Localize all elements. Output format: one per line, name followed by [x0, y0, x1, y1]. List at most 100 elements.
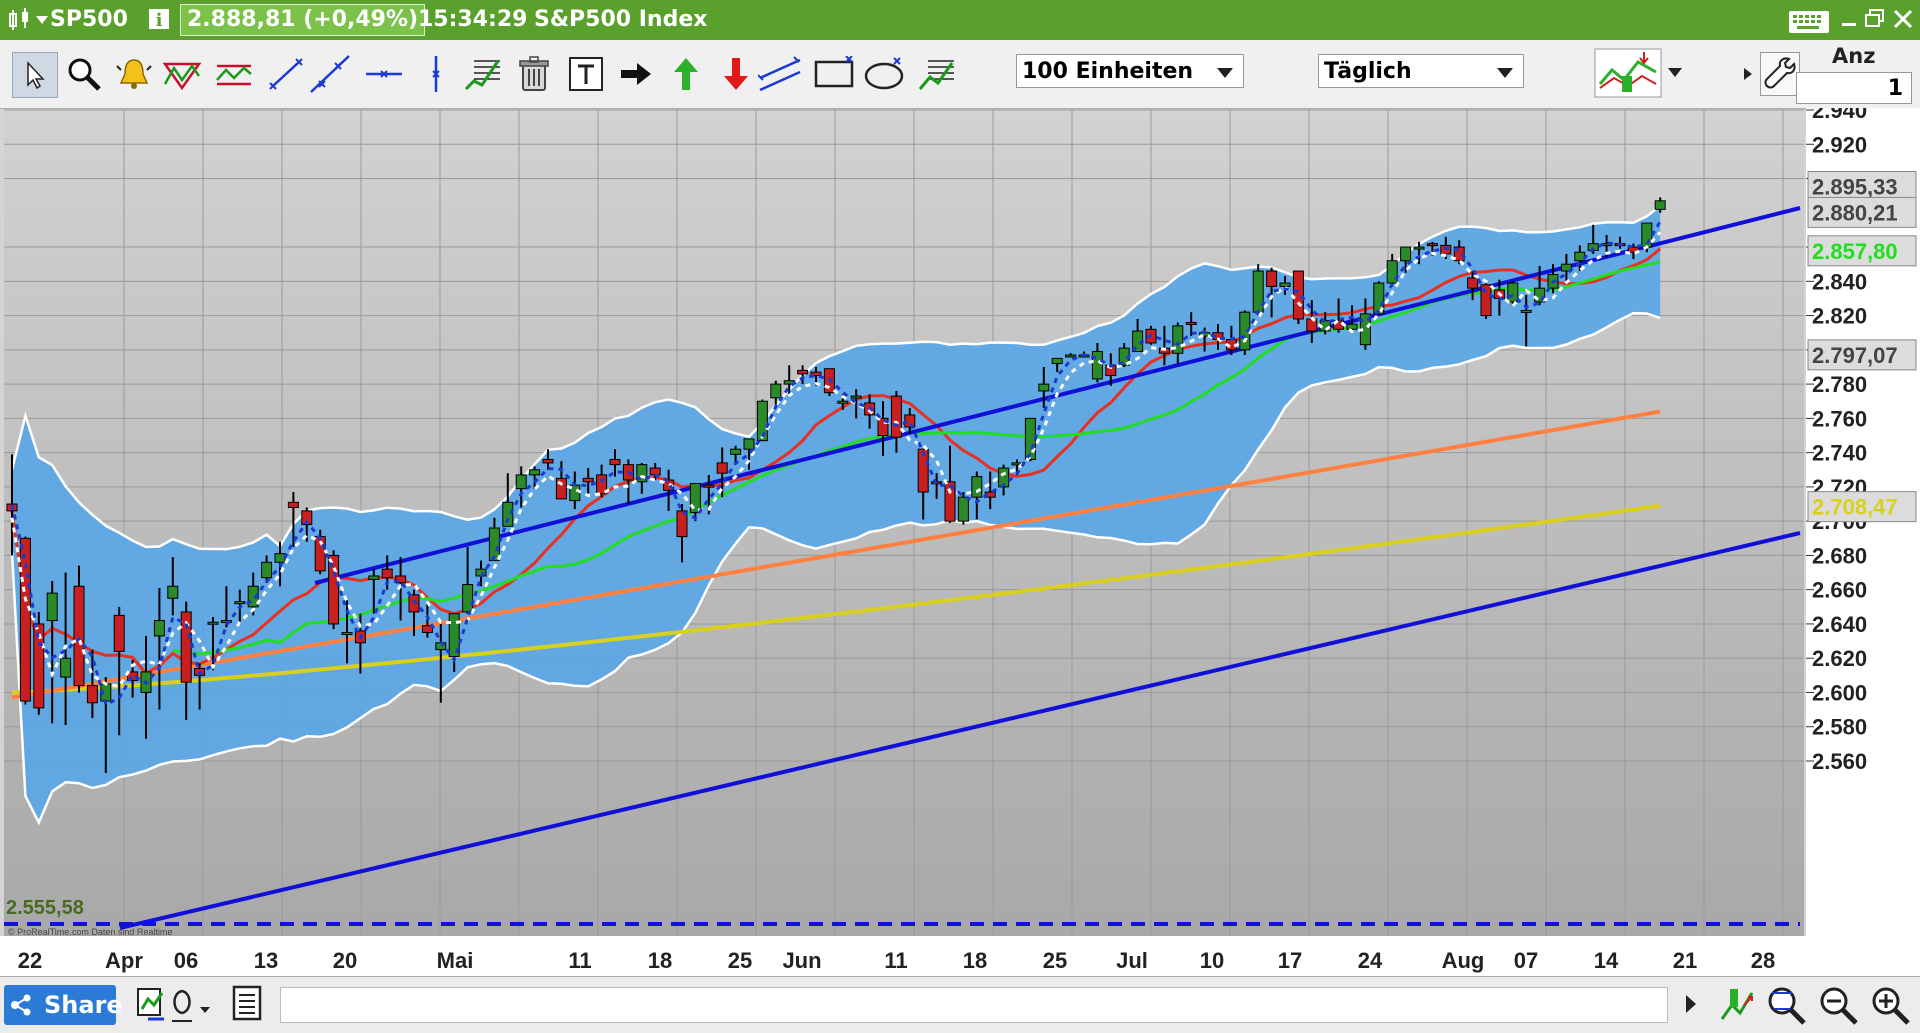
- channel-pattern-tool[interactable]: [212, 52, 256, 96]
- symbol-label[interactable]: SP500: [50, 7, 128, 32]
- candle-body: [207, 621, 219, 625]
- delete-objects-tool[interactable]: [512, 52, 556, 96]
- cursor-tool[interactable]: [12, 52, 58, 98]
- date-tick-label: 14: [1594, 948, 1619, 973]
- line-icon: [310, 55, 350, 93]
- candle-body: [153, 620, 165, 637]
- candle-body: [1091, 351, 1103, 380]
- date-tick-label: 17: [1278, 948, 1302, 973]
- title-bar: SP500 i 2.888,81 (+0,49%) 15:34:29 S&P50…: [0, 0, 1920, 40]
- date-tick-label: 07: [1514, 948, 1538, 973]
- date-tick-label: 24: [1358, 948, 1383, 973]
- candle-body: [60, 657, 72, 678]
- watermark: © ProRealTime.com Daten sind Realtime: [8, 927, 172, 937]
- candle-body: [1051, 357, 1063, 365]
- time-scrollbar[interactable]: [280, 987, 1668, 1023]
- alert-tool[interactable]: [112, 52, 156, 96]
- price-tag-label: 2.797,07: [1812, 343, 1898, 368]
- fibonacci-tool[interactable]: [460, 52, 504, 96]
- bell-icon: [116, 59, 152, 89]
- fibonacci-fan-icon: [918, 60, 954, 90]
- zoom-tool[interactable]: [62, 52, 106, 96]
- date-tick-label: 18: [963, 948, 987, 973]
- segment-tool[interactable]: [264, 52, 308, 96]
- chevron-down-icon: [1497, 68, 1513, 78]
- candle-body: [1467, 277, 1479, 289]
- anz-input[interactable]: 1: [1796, 72, 1912, 104]
- symbol-dropdown-icon[interactable]: [36, 16, 48, 26]
- indicators-button[interactable]: [1594, 48, 1686, 100]
- scroll-right-icon[interactable]: [1684, 993, 1698, 1015]
- candle-body: [368, 575, 380, 580]
- price-tick-label: 2.600: [1812, 680, 1867, 705]
- candle-body: [837, 400, 849, 404]
- zoom-fit-icon[interactable]: [1764, 983, 1806, 1027]
- candle-body: [743, 438, 755, 450]
- ellipse-tool[interactable]: [862, 52, 906, 96]
- parallel-channel-tool[interactable]: [758, 52, 802, 96]
- chart-compare-icon[interactable]: [1718, 983, 1754, 1025]
- list-view-icon[interactable]: [232, 985, 262, 1023]
- text-tool[interactable]: [564, 52, 608, 96]
- vertical-line-tool[interactable]: [414, 52, 458, 96]
- share-button[interactable]: Share: [4, 985, 123, 1025]
- rectangle-tool[interactable]: [812, 52, 856, 96]
- chart-sync-icon[interactable]: [134, 985, 168, 1025]
- line-tool[interactable]: [308, 52, 352, 96]
- buy-arrow-tool[interactable]: [664, 52, 708, 96]
- more-tools-icon[interactable]: [1742, 66, 1754, 82]
- fibonacci-fan-tool[interactable]: [914, 52, 958, 96]
- drawing-toolbar: 100 Einheiten Täglich Anz 1: [0, 40, 1920, 109]
- price-tag-label: 2.895,33: [1812, 175, 1898, 200]
- candle-body: [261, 561, 273, 579]
- keyboard-icon[interactable]: [1788, 8, 1830, 34]
- candle-body: [1346, 323, 1358, 330]
- close-icon[interactable]: [1892, 8, 1914, 30]
- date-tick-label: Jun: [782, 948, 821, 973]
- chevron-down-icon: [1217, 68, 1233, 78]
- candle-body: [797, 369, 809, 375]
- restore-icon[interactable]: [1864, 8, 1886, 30]
- share-label: Share: [44, 991, 123, 1019]
- date-tick-label: 22: [18, 948, 42, 973]
- units-select[interactable]: 100 Einheiten: [1016, 54, 1244, 88]
- date-tick-label: 06: [174, 948, 198, 973]
- vertical-line-icon: [432, 56, 440, 92]
- text-icon: [569, 57, 603, 91]
- bottom-bar: Share: [0, 976, 1920, 1033]
- candle-body: [770, 383, 782, 399]
- date-tick-label: 25: [1043, 948, 1067, 973]
- arrow-tool[interactable]: [614, 52, 658, 96]
- date-tick-label: 25: [728, 948, 752, 973]
- candle-body: [1279, 282, 1291, 287]
- zoom-in-icon[interactable]: [1868, 983, 1910, 1027]
- cycle-icon[interactable]: [168, 985, 214, 1025]
- price-tick-label: 2.580: [1812, 715, 1867, 740]
- date-tick-label: Aug: [1442, 948, 1485, 973]
- indicators-icon: [1594, 48, 1662, 98]
- horizontal-line-tool[interactable]: [362, 52, 406, 96]
- candle-body: [287, 501, 299, 508]
- period-select[interactable]: Täglich: [1318, 54, 1524, 88]
- arrow-down-icon: [724, 58, 748, 90]
- triangle-pattern-tool[interactable]: [160, 52, 204, 96]
- settings-button[interactable]: [1760, 52, 1800, 96]
- price-tag-label: 2.880,21: [1812, 200, 1898, 225]
- candle-body: [46, 592, 58, 622]
- price-tick-label: 2.620: [1812, 646, 1867, 671]
- candle-body: [1400, 246, 1412, 262]
- price-chart[interactable]: 2.555,58 © ProRealTime.com Daten sind Re…: [0, 108, 1920, 976]
- info-icon[interactable]: i: [148, 8, 170, 30]
- candle-body: [73, 585, 85, 687]
- price-tick-label: 2.660: [1812, 578, 1867, 603]
- sell-arrow-tool[interactable]: [714, 52, 758, 96]
- candlestick-icon[interactable]: [6, 8, 36, 32]
- candle-body: [730, 448, 742, 455]
- candle-body: [274, 553, 286, 563]
- candle-body: [1520, 309, 1532, 313]
- candle-body: [381, 568, 393, 579]
- price-tag-label: 2.857,80: [1812, 239, 1898, 264]
- triangle-pattern-icon: [162, 62, 202, 91]
- minimize-icon[interactable]: [1840, 12, 1860, 28]
- zoom-out-icon[interactable]: [1816, 983, 1858, 1027]
